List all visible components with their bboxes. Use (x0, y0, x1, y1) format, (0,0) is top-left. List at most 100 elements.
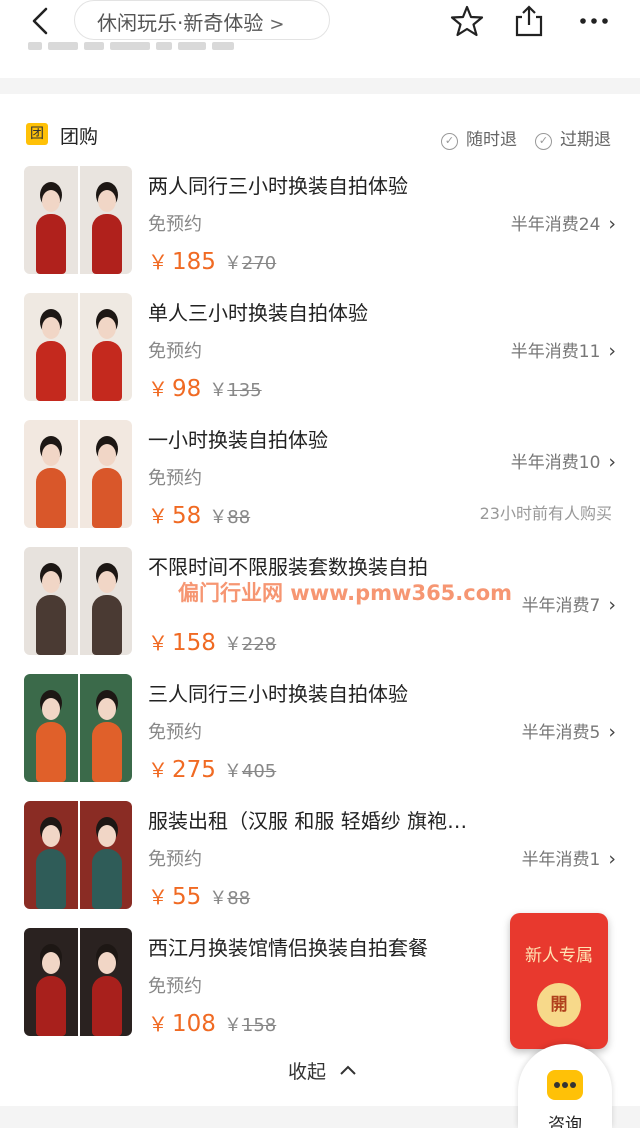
deal-sales-count: 半年消费5 › (521, 721, 616, 743)
chevron-right-icon: › (608, 721, 616, 743)
currency-symbol: ￥ (223, 761, 242, 782)
original-price: ￥228 (224, 634, 276, 655)
currency-symbol: ￥ (223, 1015, 242, 1036)
deal-price-value: 98 (172, 376, 202, 402)
deal-title: 一小时换装自拍体验 (148, 428, 328, 452)
currency-symbol: ￥ (148, 885, 168, 909)
original-price-value: 405 (241, 761, 277, 782)
currency-symbol: ￥ (148, 504, 168, 528)
deal-title: 不限时间不限服装套数换装自拍 (148, 555, 428, 579)
more-options-icon[interactable] (577, 4, 611, 38)
deal-thumbnail (24, 801, 132, 909)
deal-item[interactable]: 服装出租（汉服 和服 轻婚纱 旗袍… 免预约 ￥ 55 ￥88 半年消费1 › (0, 801, 640, 928)
share-icon[interactable] (512, 4, 546, 38)
deal-price: ￥ 108 ￥158 (148, 1008, 276, 1037)
deal-title: 两人同行三小时换装自拍体验 (148, 174, 408, 198)
deal-booking-note: 免预约 (148, 468, 202, 489)
chevron-right-icon: › (608, 451, 616, 473)
currency-symbol: ￥ (148, 250, 168, 274)
deal-thumbnail (24, 420, 132, 528)
deal-title: 单人三小时换装自拍体验 (148, 301, 368, 325)
currency-symbol: ￥ (148, 631, 168, 655)
chevron-right-icon: › (608, 594, 616, 616)
original-price: ￥135 (209, 380, 261, 401)
currency-symbol: ￥ (148, 377, 168, 401)
deal-price: ￥ 158 ￥228 (148, 627, 276, 656)
original-price: ￥405 (224, 761, 276, 782)
breadcrumb-label: 休闲玩乐·新奇体验 (97, 11, 264, 35)
deal-booking-note: 免预约 (148, 214, 202, 235)
deal-price: ￥ 55 ￥88 (148, 881, 250, 910)
chat-bubble-icon (547, 1070, 583, 1100)
section-title: 团购 (60, 126, 99, 148)
deal-sales-count: 半年消费11 › (510, 340, 616, 362)
red-packet-title: 新人专属 (525, 946, 593, 966)
deal-sales-count: 半年消费10 › (510, 451, 616, 473)
currency-symbol: ￥ (223, 634, 242, 655)
collapse-button[interactable]: 收起 (288, 1057, 358, 1084)
deal-item[interactable]: 不限时间不限服装套数换装自拍 ￥ 158 ￥228 半年消费7 › 偏门行业网 www.pm… (0, 547, 640, 674)
currency-symbol: ￥ (148, 758, 168, 782)
original-price-value: 88 (227, 888, 251, 909)
collapse-label: 收起 (288, 1061, 327, 1083)
original-price-value: 88 (227, 507, 251, 528)
deal-sales-count: 半年消费7 › (521, 594, 616, 616)
original-price-value: 228 (241, 634, 277, 655)
currency-symbol: ￥ (223, 253, 242, 274)
top-bar: 休闲玩乐·新奇体验 > (0, 0, 640, 78)
original-price: ￥88 (209, 507, 250, 528)
deal-thumbnail (24, 928, 132, 1036)
currency-symbol: ￥ (209, 380, 228, 401)
deal-item[interactable]: 一小时换装自拍体验 免预约 ￥ 58 ￥88 半年消费10 › 23小时前有人购买 (0, 420, 640, 547)
favorite-star-icon[interactable] (450, 4, 484, 38)
section-header: 团 团购 ✓ 随时退 ✓ 过期退 (0, 94, 640, 158)
watermark-text: 偏门行业网 www.pmw365.com (178, 581, 513, 605)
deal-sales-count: 半年消费24 › (510, 213, 616, 235)
red-packet-open-coin[interactable]: 開 (537, 983, 581, 1027)
deal-price-value: 58 (172, 503, 202, 529)
consult-label: 咨询 (548, 1115, 582, 1128)
deal-price-value: 108 (172, 1011, 216, 1037)
back-arrow-icon[interactable] (26, 6, 56, 36)
deal-price: ￥ 275 ￥405 (148, 754, 276, 783)
deal-price-value: 275 (172, 757, 216, 783)
deal-item[interactable]: 单人三小时换装自拍体验 免预约 ￥ 98 ￥135 半年消费11 › (0, 293, 640, 420)
category-breadcrumb[interactable]: 休闲玩乐·新奇体验 > (74, 0, 330, 40)
consult-button[interactable]: 咨询 (518, 1044, 612, 1128)
deal-booking-note: 免预约 (148, 722, 202, 743)
chevron-right-icon: › (608, 213, 616, 235)
deal-sales-count: 半年消费1 › (521, 848, 616, 870)
guarantee-refund-expired: ✓ 过期退 (535, 125, 611, 150)
deal-price: ￥ 58 ￥88 (148, 500, 250, 529)
deal-item[interactable]: 三人同行三小时换装自拍体验 免预约 ￥ 275 ￥405 半年消费5 › (0, 674, 640, 801)
original-price-value: 135 (227, 380, 262, 401)
deal-title: 西江月换装馆情侣换装自拍套餐 (148, 936, 428, 960)
new-user-red-packet[interactable]: 新人专属 開 (510, 913, 608, 1049)
deal-thumbnail (24, 547, 132, 655)
recent-purchase-note: 23小时前有人购买 (479, 504, 612, 523)
deal-booking-note: 免预约 (148, 341, 202, 362)
deal-thumbnail (24, 674, 132, 782)
deal-item[interactable]: 两人同行三小时换装自拍体验 免预约 ￥ 185 ￥270 半年消费24 › (0, 166, 640, 293)
deal-price: ￥ 98 ￥135 (148, 373, 262, 402)
deal-thumbnail (24, 293, 132, 401)
group-buy-badge-icon: 团 (26, 123, 48, 145)
deal-booking-note: 免预约 (148, 976, 202, 997)
deal-booking-note: 免预约 (148, 849, 202, 870)
chevron-right-icon: › (608, 848, 616, 870)
deal-title: 三人同行三小时换装自拍体验 (148, 682, 408, 706)
deal-price: ￥ 185 ￥270 (148, 246, 276, 275)
deal-price-value: 158 (172, 630, 216, 656)
chevron-right-icon: › (608, 340, 616, 362)
currency-symbol: ￥ (148, 1012, 168, 1036)
chevron-up-icon (340, 1065, 356, 1075)
scrolled-text-remnant (28, 42, 278, 56)
deal-price-value: 55 (172, 884, 202, 910)
currency-symbol: ￥ (209, 507, 228, 528)
original-price: ￥158 (224, 1015, 276, 1036)
check-circle-icon: ✓ (535, 133, 552, 150)
original-price-value: 158 (241, 1015, 277, 1036)
original-price-value: 270 (241, 253, 277, 274)
deal-thumbnail (24, 166, 132, 274)
deal-title: 服装出租（汉服 和服 轻婚纱 旗袍… (148, 809, 468, 833)
